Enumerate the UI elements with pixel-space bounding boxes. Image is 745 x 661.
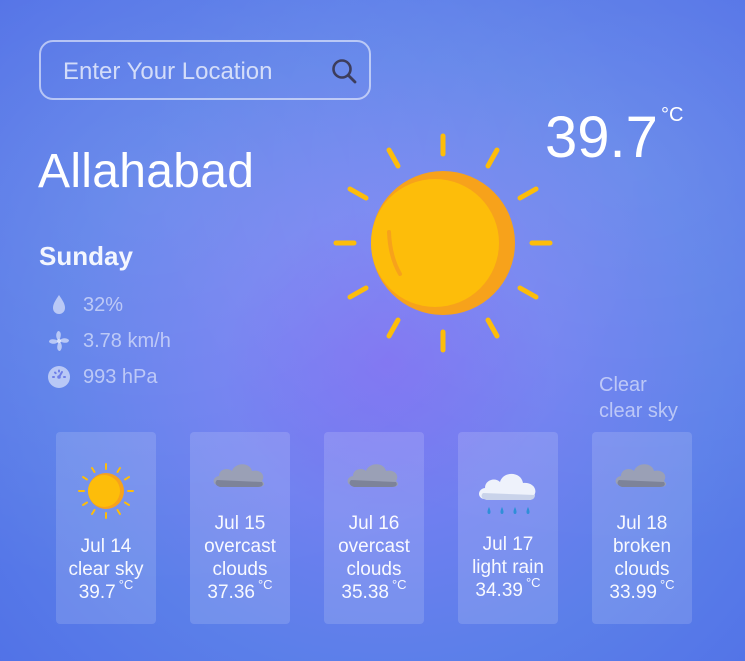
forecast-date: Jul 18	[616, 513, 668, 534]
forecast-temp-unit: °C	[118, 577, 134, 592]
forecast-temp-unit: °C	[257, 577, 273, 592]
forecast-card[interactable]: Jul 17 light rain 34.39 °C	[458, 432, 558, 624]
gauge-icon	[48, 366, 70, 388]
search-icon[interactable]	[329, 56, 359, 86]
forecast-card[interactable]: Jul 14 clear sky 39.7 °C	[56, 432, 156, 624]
forecast-date: Jul 14	[80, 536, 132, 557]
pressure-row: 993 hPa	[47, 364, 158, 390]
forecast-temp-unit: °C	[525, 575, 541, 590]
forecast-temp-value: 34.39	[475, 580, 523, 601]
temperature-value: 39.7	[545, 105, 658, 170]
fan-icon	[49, 331, 69, 351]
forecast-text: Jul 14 clear sky 39.7 °C	[56, 535, 156, 604]
forecast-description: light rain	[472, 557, 544, 578]
forecast-description: clear sky	[68, 559, 144, 580]
forecast-text: Jul 17 light rain 34.39 °C	[458, 533, 558, 602]
forecast-temp-value: 35.38	[341, 582, 389, 603]
cloud-icon	[213, 464, 265, 487]
forecast-temp-value: 39.7	[78, 582, 116, 603]
cloud-icon	[347, 464, 399, 487]
forecast-date: Jul 17	[482, 534, 534, 555]
weather-condition: Clear clear sky	[599, 372, 678, 424]
location-search-input[interactable]	[61, 54, 325, 90]
forecast-description: overcast clouds	[338, 536, 410, 580]
weather-card: Allahabad 39.7 °C Sunday 32%	[0, 0, 745, 661]
rain-icon	[479, 473, 536, 514]
forecast-description: broken clouds	[612, 536, 672, 580]
forecast-date: Jul 16	[348, 513, 400, 534]
condition-main: Clear	[599, 374, 647, 396]
forecast-temperature: 39.7 °C	[78, 577, 134, 604]
forecast-date: Jul 15	[214, 513, 266, 534]
condition-description: clear sky	[599, 400, 678, 422]
temperature-unit: °C	[661, 104, 684, 126]
day-name: Sunday	[39, 241, 133, 271]
forecast-text: Jul 15 overcast clouds 37.36 °C	[190, 512, 290, 604]
pressure-value: 993 hPa	[83, 365, 158, 388]
forecast-temp-unit: °C	[391, 577, 407, 592]
humidity-row: 32%	[47, 292, 123, 318]
forecast-card[interactable]: Jul 16 overcast clouds 35.38 °C	[324, 432, 424, 624]
forecast-temperature: 34.39 °C	[475, 575, 540, 602]
city-name: Allahabad	[38, 145, 255, 198]
forecast-temp-value: 33.99	[609, 582, 657, 603]
forecast-text: Jul 16 overcast clouds 35.38 °C	[324, 512, 424, 604]
wind-value: 3.78 km/h	[83, 329, 171, 352]
forecast-temperature: 33.99 °C	[609, 577, 674, 604]
forecast-description: overcast clouds	[204, 536, 276, 580]
forecast-card[interactable]: Jul 18 broken clouds 33.99 °C	[592, 432, 692, 624]
wind-row: 3.78 km/h	[47, 328, 171, 354]
forecast-text: Jul 18 broken clouds 33.99 °C	[592, 512, 692, 604]
sun-icon	[78, 463, 134, 519]
forecast-temperature: 37.36 °C	[207, 577, 272, 604]
forecast-temperature: 35.38 °C	[341, 577, 406, 604]
search-box[interactable]	[39, 40, 371, 100]
forecast-temp-unit: °C	[659, 577, 675, 592]
cloud-icon	[615, 464, 667, 487]
forecast-card[interactable]: Jul 15 overcast clouds 37.36 °C	[190, 432, 290, 624]
sun-icon	[333, 133, 553, 353]
current-temperature: 39.7 °C	[545, 104, 683, 171]
humidity-icon	[53, 295, 65, 314]
forecast-temp-value: 37.36	[207, 582, 255, 603]
humidity-value: 32%	[83, 293, 124, 316]
